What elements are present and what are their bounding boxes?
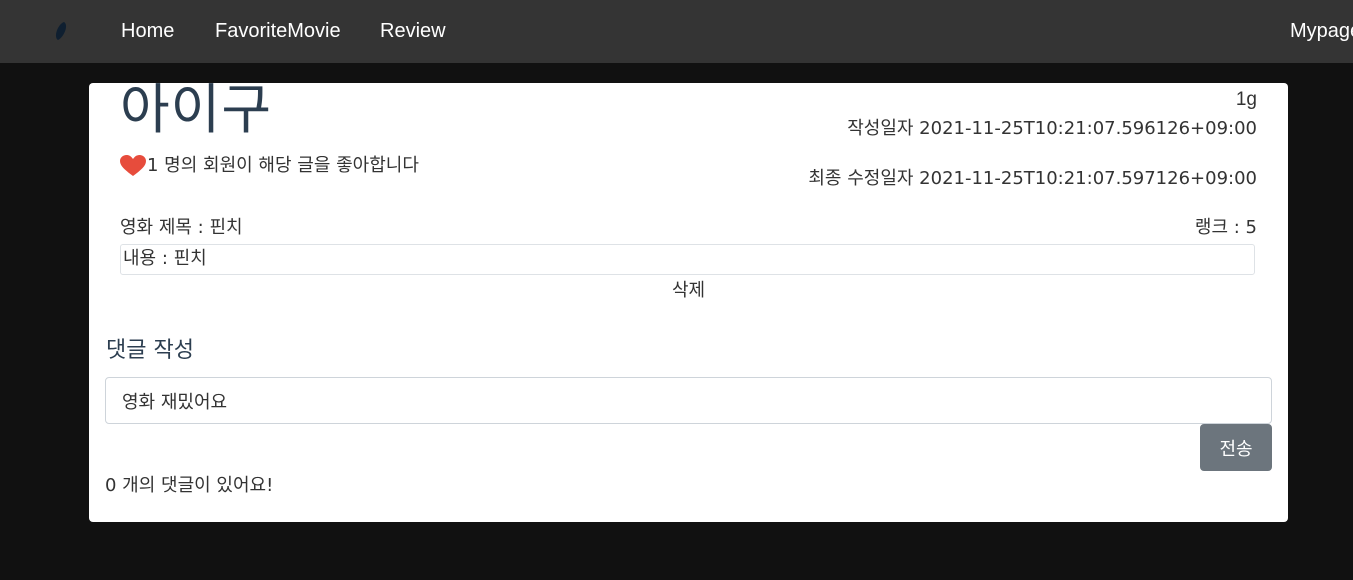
- content-box: 내용 : 핀치: [120, 244, 1255, 275]
- leaf-icon[interactable]: [53, 21, 69, 41]
- comment-heading: 댓글 작성: [106, 338, 194, 363]
- like-status: 1 명의 회원이 해당 글을 좋아합니다: [120, 154, 419, 178]
- updated-date: 최종 수정일자 2021-11-25T10:21:07.597126+09:00: [808, 168, 1257, 189]
- nav-home[interactable]: Home: [121, 19, 174, 43]
- heart-icon[interactable]: [120, 155, 146, 177]
- delete-button[interactable]: 삭제: [89, 279, 1288, 303]
- comment-count: 0 개의 댓글이 있어요!: [105, 475, 274, 496]
- post-content: 내용 : 핀치: [123, 248, 207, 269]
- movie-rank: 랭크 : 5: [1194, 217, 1257, 238]
- movie-title: 영화 제목 : 핀치: [120, 217, 243, 238]
- post-weight: 1g: [1235, 89, 1257, 110]
- created-date: 작성일자 2021-11-25T10:21:07.596126+09:00: [847, 118, 1257, 139]
- top-navbar: Home FavoriteMovie Review Mypage: [0, 0, 1353, 63]
- submit-comment-button[interactable]: 전송: [1200, 424, 1272, 471]
- nav-favorite-movie[interactable]: FavoriteMovie: [215, 19, 341, 43]
- comment-input[interactable]: [105, 377, 1272, 424]
- review-detail-card: 아이구 1g 작성일자 2021-11-25T10:21:07.596126+0…: [89, 83, 1288, 522]
- post-title: 아이구: [120, 78, 273, 141]
- nav-mypage[interactable]: Mypage: [1290, 19, 1353, 43]
- nav-review[interactable]: Review: [380, 19, 446, 43]
- likes-text: 1 명의 회원이 해당 글을 좋아합니다: [147, 155, 419, 176]
